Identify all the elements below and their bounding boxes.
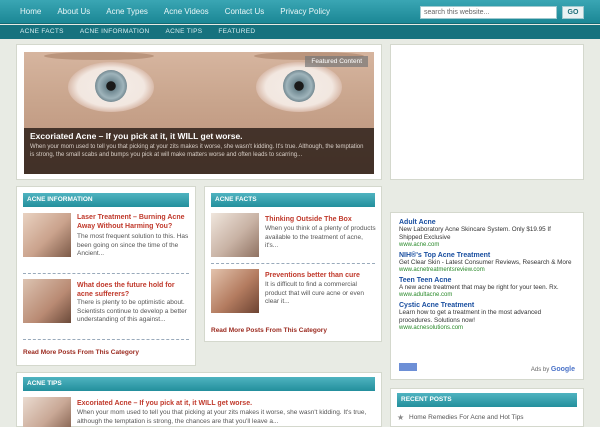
brow-left [44,52,154,60]
recent-posts-heading: RECENT POSTS [397,393,577,407]
featured-text: When your mom used to tell you that pick… [30,144,364,158]
acne-tips-panel: ACNE TIPS Excoriated Acne – If you pick … [16,372,382,427]
top-navigation: Home About Us Acne Types Acne Videos Con… [0,0,600,24]
category-acne-tips[interactable]: ACNE TIPS [158,25,211,39]
adchoices-icon[interactable] [399,363,417,371]
divider [23,273,189,274]
ad-item[interactable]: NIH®'s Top Acne Treatment Get Clear Skin… [399,252,575,273]
category-acne-information[interactable]: ACNE INFORMATION [72,25,158,39]
post-thumbnail[interactable] [211,213,259,257]
main-menu: Home About Us Acne Types Acne Videos Con… [12,0,338,24]
acne-facts-heading: ACNE FACTS [211,193,375,207]
category-featured[interactable]: FEATURED [210,25,263,39]
search-go-button[interactable]: GO [562,6,584,19]
ad-text: Get Clear Skin - Latest Consumer Reviews… [399,259,572,266]
ad-item[interactable]: Teen Teen Acne A new acne treatment that… [399,277,575,298]
nav-privacy-policy[interactable]: Privacy Policy [272,0,338,24]
ads-by-label: Ads by [530,367,550,373]
ad-url[interactable]: www.adultacne.com [399,292,575,298]
ad-url[interactable]: www.acnesolutions.com [399,325,575,331]
ads-by-google[interactable]: Ads by Google [531,366,575,373]
category-acne-facts[interactable]: ACNE FACTS [12,25,72,39]
category-menu: ACNE FACTS ACNE INFORMATION ACNE TIPS FE… [0,25,600,39]
post-excerpt: When your mom used to tell you that pick… [77,409,367,425]
nav-acne-types[interactable]: Acne Types [98,0,156,24]
acne-tips-heading: ACNE TIPS [23,377,375,391]
sponsored-links-box: Adult Acne New Laboratory Acne Skincare … [390,212,584,380]
nav-about-us[interactable]: About Us [49,0,98,24]
ad-text: New Laboratory Acne Skincare System. Onl… [399,226,551,241]
featured-caption: Excoriated Acne – If you pick at it, it … [24,128,374,174]
nav-acne-videos[interactable]: Acne Videos [156,0,217,24]
post-title[interactable]: Preventions better than cure [265,271,377,280]
eye-left [68,62,154,112]
ad-title[interactable]: Adult Acne [399,219,575,226]
ads-by-brand: Google [550,366,575,373]
post-title[interactable]: Excoriated Acne – If you pick at it, it … [77,399,373,408]
divider [211,263,375,264]
ad-title[interactable]: Cystic Acne Treatment [399,302,575,309]
recent-post-link[interactable]: Home Remedies For Acne and Hot Tips [409,414,579,423]
post-excerpt: It is difficult to find a commercial pro… [265,281,364,305]
acne-facts-panel: ACNE FACTS Thinking Outside The Box When… [204,186,382,342]
divider [23,339,189,340]
post-thumbnail[interactable] [23,213,71,257]
post-thumbnail[interactable] [211,269,259,313]
nav-contact-us[interactable]: Contact Us [217,0,273,24]
post-thumbnail[interactable] [23,397,71,427]
nav-home[interactable]: Home [12,0,49,24]
search-input[interactable]: search this website... [420,6,557,19]
acne-information-heading: ACNE INFORMATION [23,193,189,207]
top-ad-box [390,44,584,180]
featured-title[interactable]: Excoriated Acne – If you pick at it, it … [30,131,368,141]
recent-posts-panel: RECENT POSTS ★ Home Remedies For Acne an… [390,388,584,427]
post-excerpt: The most frequent solution to this. Has … [77,233,189,257]
ad-text: Learn how to get a treatment in the most… [399,309,542,324]
eye-right [256,62,342,112]
featured-label: Featured Content [305,56,368,67]
ad-item[interactable]: Cystic Acne Treatment Learn how to get a… [399,302,575,331]
post-title[interactable]: Thinking Outside The Box [265,215,377,224]
post-excerpt: There is plenty to be optimistic about. … [77,299,187,323]
post-title[interactable]: What does the future hold for acne suffe… [77,281,189,299]
ad-url[interactable]: www.acnetreatmentsreview.com [399,267,575,273]
ad-url[interactable]: www.acne.com [399,242,575,248]
featured-panel: Featured Content Excoriated Acne – If yo… [16,44,382,180]
post-title[interactable]: Laser Treatment – Burning Acne Away With… [77,213,189,231]
ad-text: A new acne treatment that may be right f… [399,284,559,291]
read-more-link[interactable]: Read More Posts From This Category [23,349,139,356]
ad-title[interactable]: NIH®'s Top Acne Treatment [399,252,575,259]
post-thumbnail[interactable] [23,279,71,323]
star-icon: ★ [397,413,405,422]
acne-information-panel: ACNE INFORMATION Laser Treatment – Burni… [16,186,196,366]
ad-item[interactable]: Adult Acne New Laboratory Acne Skincare … [399,219,575,248]
post-excerpt: When you think of a plenty of products a… [265,225,376,249]
read-more-link[interactable]: Read More Posts From This Category [211,327,327,334]
ad-title[interactable]: Teen Teen Acne [399,277,575,284]
featured-image[interactable]: Featured Content Excoriated Acne – If yo… [24,52,374,174]
